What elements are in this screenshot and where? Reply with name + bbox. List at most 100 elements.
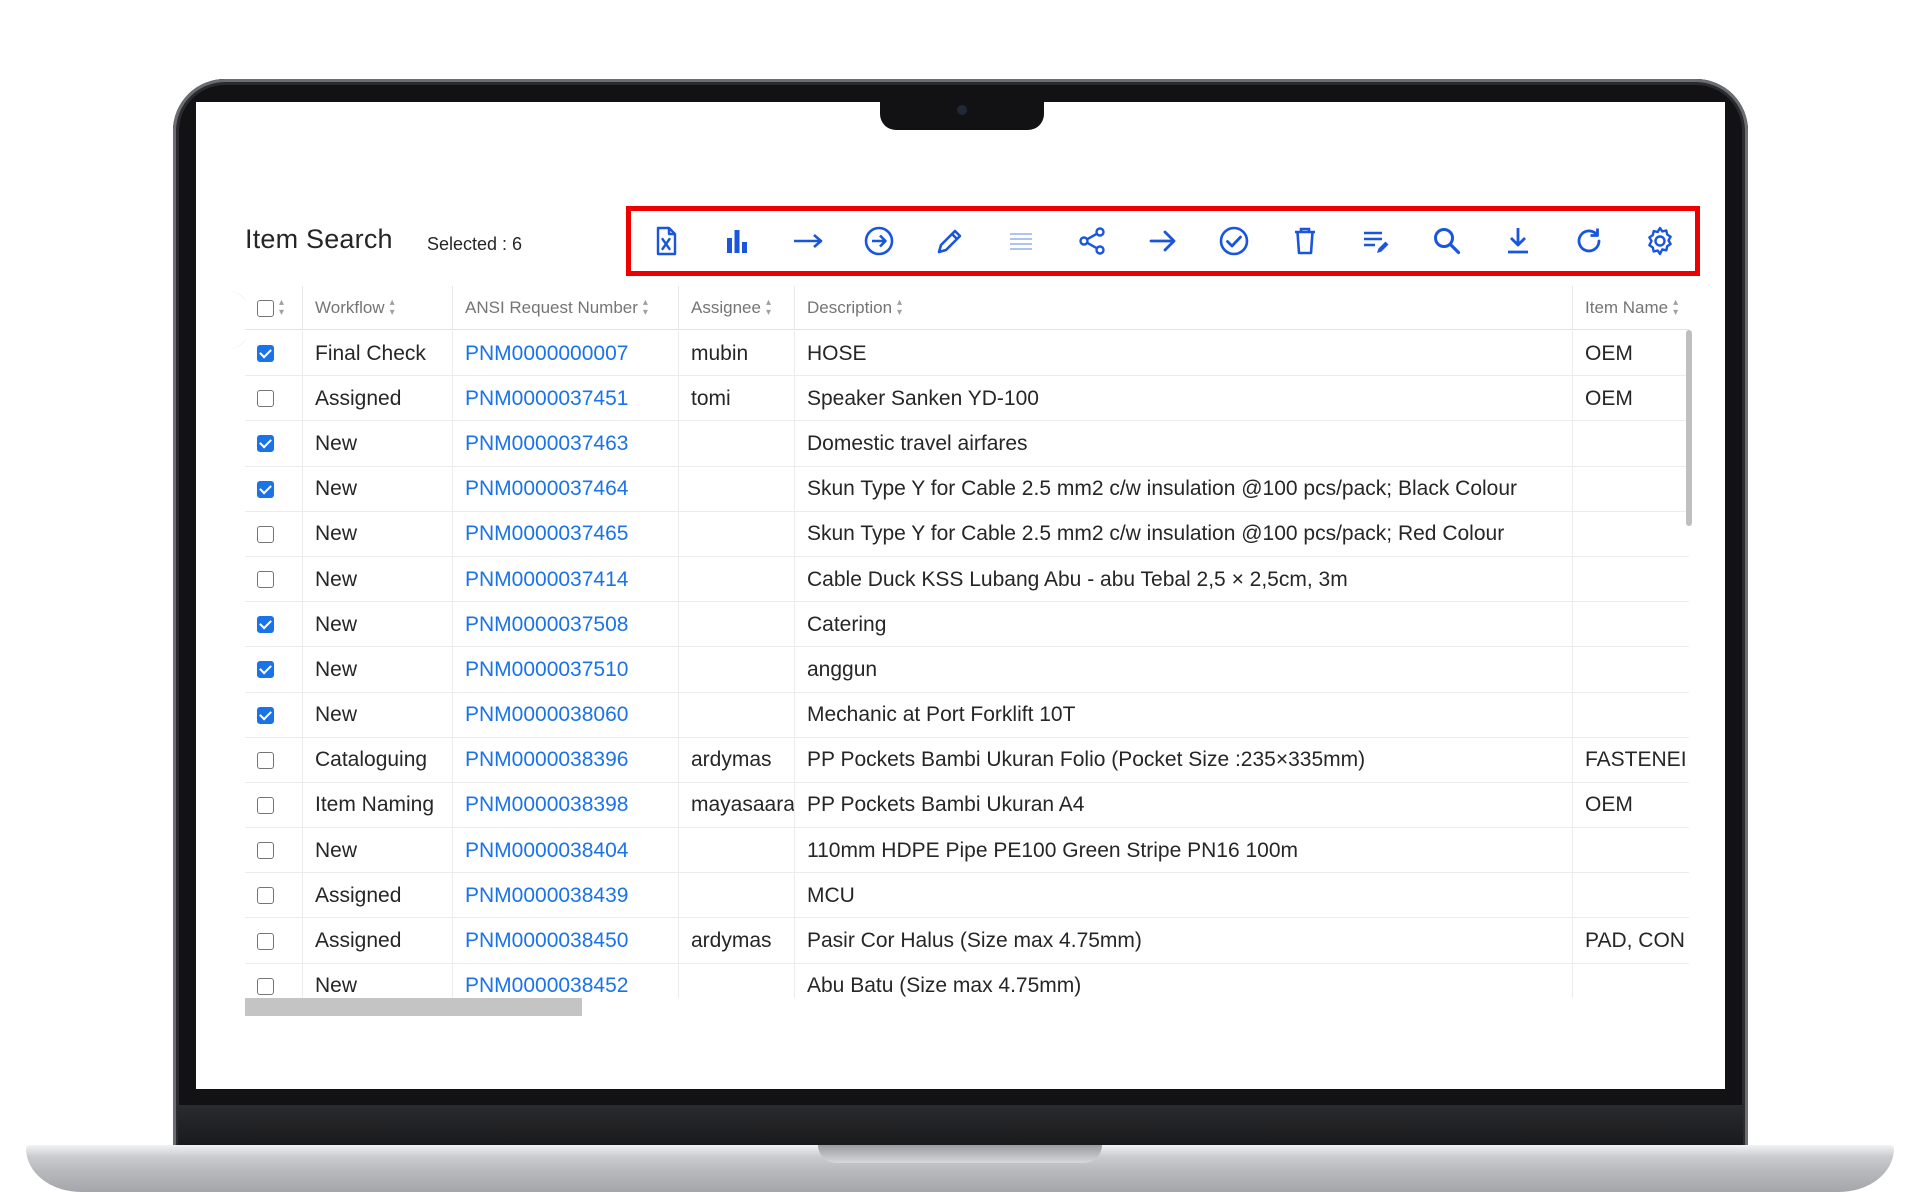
ansi-request-link[interactable]: PNM0000038060 — [453, 692, 679, 738]
row-select-cell[interactable] — [245, 421, 303, 467]
table-row[interactable]: New PNM0000037464 Skun Type Y for Cable … — [245, 466, 1689, 512]
vertical-scrollbar[interactable] — [1686, 330, 1692, 526]
arrow-right-button[interactable] — [1127, 210, 1198, 272]
row-select-cell[interactable] — [245, 647, 303, 693]
edit-list-icon — [1364, 231, 1389, 253]
table-row[interactable]: New PNM0000037463 Domestic travel airfar… — [245, 421, 1689, 467]
workflow-cell: Item Naming — [303, 782, 453, 829]
row-select-cell[interactable] — [245, 963, 303, 998]
row-checkbox[interactable] — [257, 932, 274, 950]
ansi-request-link[interactable]: PNM0000000007 — [453, 331, 679, 377]
sort-icon[interactable]: ▴ ▾ — [897, 298, 902, 318]
ansi-request-link[interactable]: PNM0000038404 — [453, 828, 679, 874]
row-checkbox[interactable] — [257, 525, 274, 543]
description-cell: PP Pockets Bambi Ukuran Folio (Pocket Si… — [795, 737, 1573, 783]
row-select-cell[interactable] — [245, 873, 303, 919]
refresh-button[interactable] — [1554, 210, 1625, 272]
row-checkbox[interactable] — [257, 842, 274, 860]
ansi-request-link[interactable]: PNM0000038450 — [453, 918, 679, 964]
row-select-cell[interactable] — [245, 331, 303, 377]
row-checkbox[interactable] — [257, 345, 274, 363]
ansi-request-link[interactable]: PNM0000037510 — [453, 647, 679, 693]
ansi-request-link[interactable]: PNM0000037463 — [453, 421, 679, 467]
header-description[interactable]: Description ▴ ▾ — [795, 286, 1573, 330]
description-cell: Domestic travel airfares — [795, 421, 1573, 467]
row-select-cell[interactable] — [245, 602, 303, 648]
sort-icon[interactable]: ▴ ▾ — [390, 298, 395, 318]
sort-icon[interactable]: ▴ ▾ — [1673, 298, 1678, 318]
arrow-long-right-button[interactable] — [772, 210, 843, 272]
table-row[interactable]: New PNM0000037508 Catering — [245, 602, 1689, 648]
row-checkbox[interactable] — [257, 751, 274, 769]
row-select-cell[interactable] — [245, 737, 303, 783]
excel-file-button[interactable] — [630, 210, 701, 272]
ansi-request-link[interactable]: PNM0000038439 — [453, 873, 679, 919]
row-select-cell[interactable] — [245, 692, 303, 738]
row-checkbox[interactable] — [257, 796, 274, 814]
horizontal-scrollbar[interactable] — [245, 998, 582, 1016]
table-row[interactable]: Item Naming PNM0000038398 mayasaara PP P… — [245, 782, 1689, 829]
row-checkbox[interactable] — [257, 435, 274, 453]
pencil-button[interactable] — [914, 210, 985, 272]
header-workflow[interactable]: Workflow ▴ ▾ — [303, 286, 453, 330]
row-checkbox[interactable] — [257, 661, 274, 679]
share-button[interactable] — [1056, 210, 1127, 272]
description-cell: Catering — [795, 602, 1573, 648]
sort-icon[interactable]: ▴ ▾ — [766, 298, 771, 318]
table-row[interactable]: Assigned PNM0000038450 ardymas Pasir Cor… — [245, 918, 1689, 964]
row-select-cell[interactable] — [245, 466, 303, 512]
table-row[interactable]: Assigned PNM0000037451 tomi Speaker Sank… — [245, 376, 1689, 422]
sort-icon[interactable]: ▴ ▾ — [643, 298, 648, 318]
search-button[interactable] — [1412, 210, 1483, 272]
item-name-cell: OEM — [1585, 386, 1633, 410]
ansi-request-link[interactable]: PNM0000037508 — [453, 602, 679, 648]
table-row[interactable]: Cataloguing PNM0000038396 ardymas PP Poc… — [245, 737, 1689, 783]
download-button[interactable] — [1483, 210, 1554, 272]
table-row[interactable]: New PNM0000037414 Cable Duck KSS Lubang … — [245, 556, 1689, 603]
header-ansi-request-number[interactable]: ANSI Request Number ▴ ▾ — [453, 286, 679, 330]
row-select-cell[interactable] — [245, 511, 303, 557]
circle-arrow-right-button[interactable] — [843, 210, 914, 272]
select-all-checkbox[interactable] — [257, 299, 274, 317]
settings-button[interactable] — [1625, 210, 1696, 272]
sort-icon[interactable]: ▴ ▾ — [279, 298, 284, 318]
ansi-request-link[interactable]: PNM0000038396 — [453, 737, 679, 783]
ansi-request-link[interactable]: PNM0000038398 — [453, 782, 679, 829]
row-checkbox[interactable] — [257, 977, 274, 995]
row-checkbox[interactable] — [257, 480, 274, 498]
table-row[interactable]: New PNM0000038452 Abu Batu (Size max 4.7… — [245, 963, 1689, 998]
item-name-cell — [1573, 602, 1689, 647]
refresh-icon — [1577, 228, 1601, 253]
header-assignee[interactable]: Assignee ▴ ▾ — [679, 286, 795, 330]
header-item-name[interactable]: Item Name ▴ ▾ — [1573, 286, 1689, 330]
table-row[interactable]: New PNM0000037465 Skun Type Y for Cable … — [245, 511, 1689, 557]
header-select-all[interactable]: ▴ ▾ — [245, 286, 303, 330]
row-select-cell[interactable] — [245, 828, 303, 874]
ansi-request-link[interactable]: PNM0000038452 — [453, 963, 679, 998]
row-select-cell[interactable] — [245, 556, 303, 603]
ansi-request-link[interactable]: PNM0000037414 — [453, 556, 679, 603]
ansi-request-link[interactable]: PNM0000037451 — [453, 376, 679, 422]
trash-button[interactable] — [1270, 210, 1341, 272]
row-select-cell[interactable] — [245, 376, 303, 422]
row-checkbox[interactable] — [257, 571, 274, 589]
edit-list-button[interactable] — [1341, 210, 1412, 272]
row-select-cell[interactable] — [245, 782, 303, 829]
bar-chart-button[interactable] — [701, 210, 772, 272]
row-checkbox[interactable] — [257, 616, 274, 634]
table-row[interactable]: New PNM0000037510 anggun — [245, 647, 1689, 693]
row-checkbox[interactable] — [257, 887, 274, 905]
list-button[interactable] — [985, 210, 1056, 272]
workflow-cell: New — [303, 466, 453, 512]
check-circle-button[interactable] — [1199, 210, 1270, 272]
table-row[interactable]: Assigned PNM0000038439 MCU — [245, 873, 1689, 919]
row-select-cell[interactable] — [245, 918, 303, 964]
table-row[interactable]: New PNM0000038060 Mechanic at Port Forkl… — [245, 692, 1689, 738]
row-checkbox[interactable] — [257, 390, 274, 408]
table-row[interactable]: New PNM0000038404 110mm HDPE Pipe PE100 … — [245, 828, 1689, 874]
share-icon — [1079, 227, 1105, 255]
ansi-request-link[interactable]: PNM0000037465 — [453, 511, 679, 557]
row-checkbox[interactable] — [257, 706, 274, 724]
ansi-request-link[interactable]: PNM0000037464 — [453, 466, 679, 512]
table-row[interactable]: Final Check PNM0000000007 mubin HOSE OEM — [245, 331, 1689, 377]
